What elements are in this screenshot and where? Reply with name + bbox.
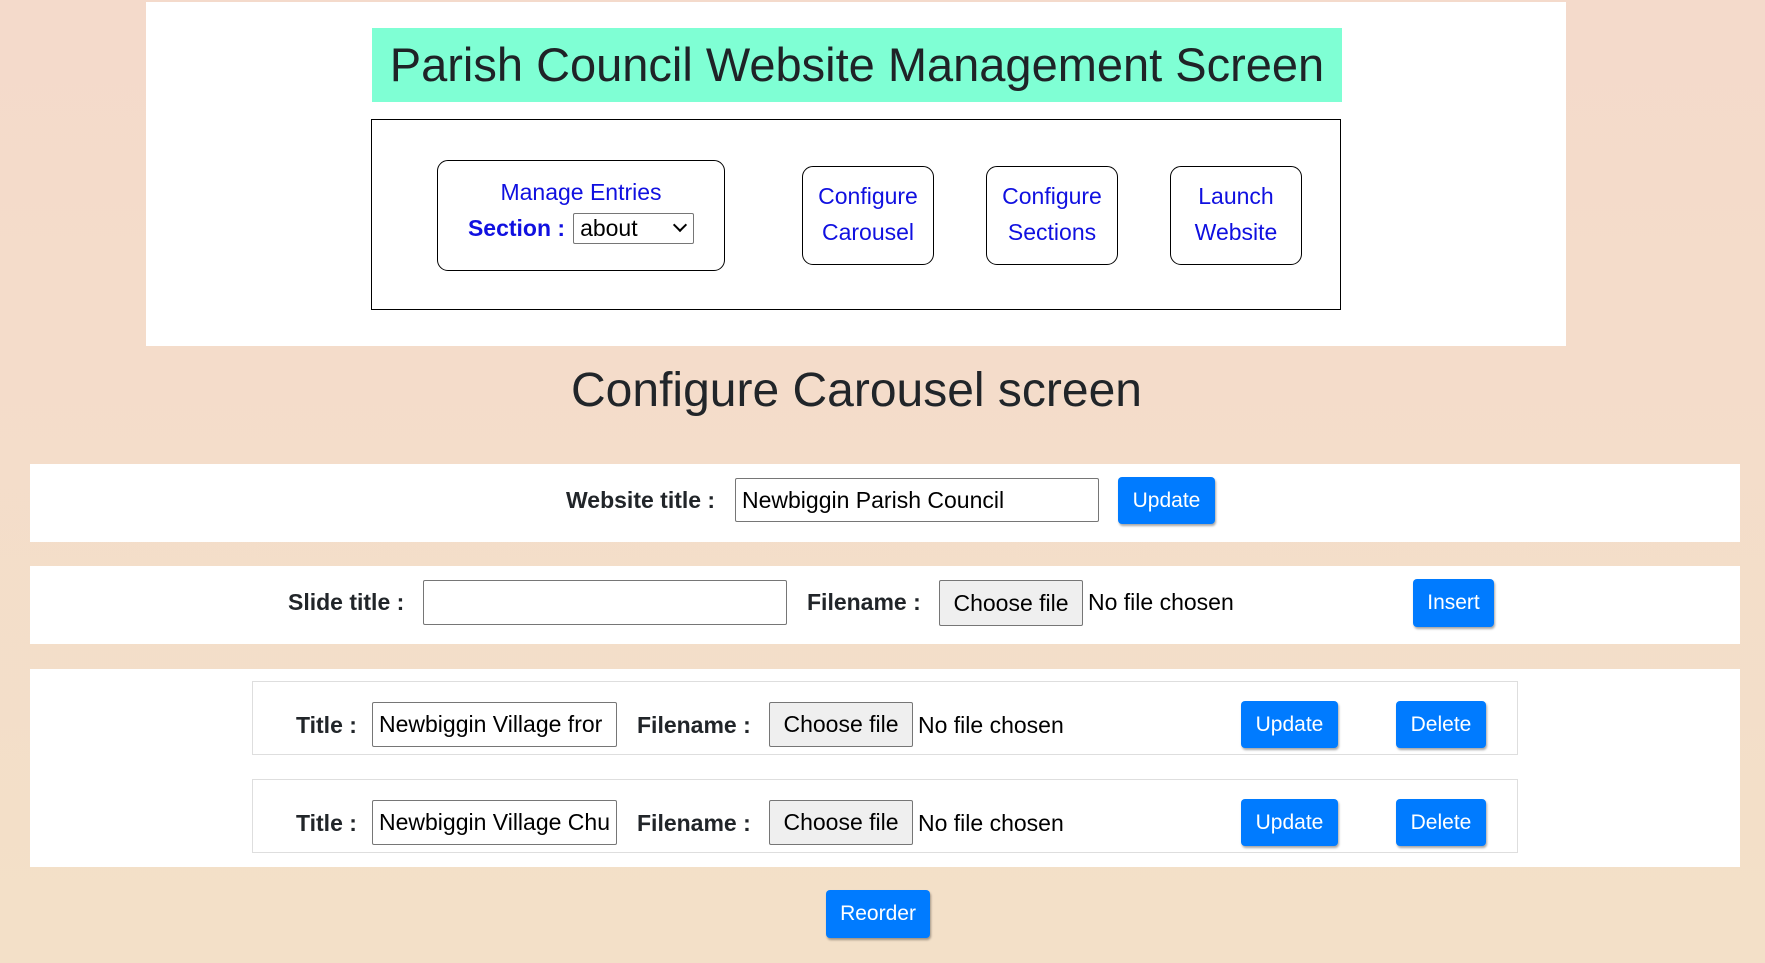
slide-2-choose-file-button[interactable]: Choose file <box>769 800 913 845</box>
manage-entries-link[interactable]: Manage Entries <box>438 174 724 210</box>
section-select-value: about <box>580 215 638 241</box>
configure-carousel-line2: Carousel <box>821 219 915 245</box>
new-slide-file-status: No file chosen <box>1088 589 1234 615</box>
manage-entries-card: Manage Entries Section : about <box>437 160 725 271</box>
configure-carousel-link[interactable]: Configure Carousel <box>802 166 934 265</box>
slide-title-label: Slide title : <box>288 589 405 615</box>
launch-website-link[interactable]: Launch Website <box>1170 166 1302 265</box>
configure-sections-link[interactable]: Configure Sections <box>986 166 1118 265</box>
website-title-label: Website title : <box>566 487 716 513</box>
slide-2-file-status: No file chosen <box>918 810 1064 836</box>
launch-website-line1: Launch <box>1198 183 1274 209</box>
slide-1-delete-button[interactable]: Delete <box>1396 701 1486 748</box>
slide-title-input[interactable] <box>423 580 787 625</box>
section-label: Section : <box>467 215 566 241</box>
page-title: Parish Council Website Management Screen <box>372 28 1342 102</box>
slide-2-delete-button[interactable]: Delete <box>1396 799 1486 846</box>
chevron-down-icon <box>672 217 688 233</box>
slide-1-file-status: No file chosen <box>918 712 1064 738</box>
website-title-input[interactable] <box>735 478 1099 522</box>
configure-sections-line2: Sections <box>1007 219 1097 245</box>
configure-carousel-line1: Configure <box>818 183 918 209</box>
slide-2-title-label: Title : <box>296 810 357 836</box>
insert-button[interactable]: Insert <box>1413 579 1494 627</box>
reorder-button[interactable]: Reorder <box>826 890 930 938</box>
screen-title: Configure Carousel screen <box>571 364 1142 417</box>
slide-2-update-button[interactable]: Update <box>1241 799 1338 846</box>
website-title-update-button[interactable]: Update <box>1118 477 1215 524</box>
slide-1-choose-file-button[interactable]: Choose file <box>769 702 913 747</box>
configure-sections-line1: Configure <box>1002 183 1102 209</box>
slide-1-update-button[interactable]: Update <box>1241 701 1338 748</box>
section-select[interactable]: about <box>573 212 695 244</box>
launch-website-line2: Website <box>1194 219 1278 245</box>
slide-1-filename-label: Filename : <box>637 712 751 738</box>
slide-2-filename-label: Filename : <box>637 810 751 836</box>
new-slide-filename-label: Filename : <box>807 589 921 615</box>
new-slide-choose-file-button[interactable]: Choose file <box>939 580 1083 626</box>
slide-1-title-input[interactable] <box>372 702 617 747</box>
slide-2-title-input[interactable] <box>372 800 617 845</box>
slide-1-title-label: Title : <box>296 712 357 738</box>
